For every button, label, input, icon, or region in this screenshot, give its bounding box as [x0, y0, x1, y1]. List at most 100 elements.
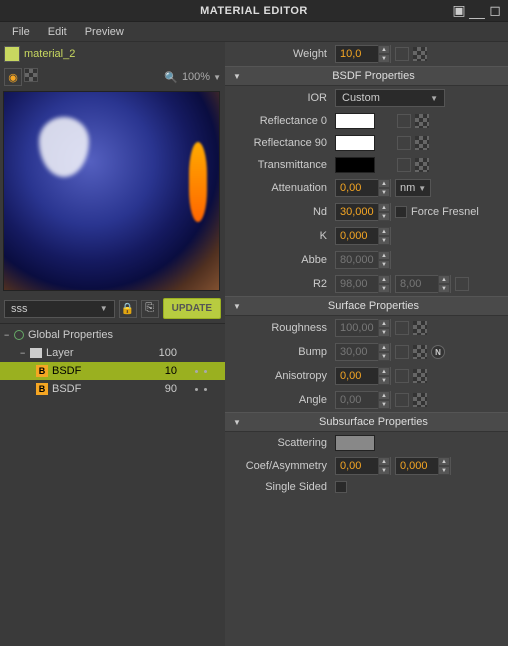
link-icon[interactable] [395, 369, 409, 383]
eye-icon[interactable]: ◉ [4, 68, 22, 86]
window-controls: ▣ __ ◻ [452, 4, 502, 18]
maximize-icon[interactable]: ◻ [488, 4, 502, 18]
link-icon[interactable] [397, 158, 411, 172]
search-icon[interactable]: 🔍 [164, 71, 178, 84]
chevron-down-icon: ▼ [233, 72, 241, 81]
chevron-down-icon: ▼ [100, 304, 108, 313]
scattering-label: Scattering [231, 437, 331, 449]
scattering-swatch[interactable] [335, 435, 375, 451]
minimize-icon[interactable]: __ [470, 4, 484, 18]
normal-icon[interactable]: N [431, 345, 445, 359]
collapse-icon[interactable]: − [4, 330, 14, 340]
tree-bsdf[interactable]: B BSDF 90 [0, 380, 225, 398]
texture-icon[interactable] [413, 47, 427, 61]
coef-spinner-1[interactable]: ▲▼ [335, 457, 391, 475]
link-icon[interactable] [395, 321, 409, 335]
force-fresnel-label: Force Fresnel [411, 206, 479, 218]
nd-label: Nd [231, 206, 331, 218]
texture-icon[interactable] [415, 136, 429, 150]
tree-bsdf-selected[interactable]: B BSDF 10 [0, 362, 225, 380]
chevron-down-icon: ▼ [213, 73, 221, 82]
collapse-icon[interactable]: − [20, 348, 30, 358]
bsdf-badge-icon: B [36, 383, 48, 395]
copy-icon[interactable]: ⎘ [141, 300, 159, 318]
nd-spinner[interactable]: ▲▼ [335, 203, 391, 221]
ior-label: IOR [231, 92, 331, 104]
section-subsurface[interactable]: ▼ Subsurface Properties [225, 412, 508, 432]
k-spinner[interactable]: ▲▼ [335, 227, 391, 245]
material-name[interactable]: material_2 [24, 48, 75, 60]
chevron-down-icon: ▼ [233, 418, 241, 427]
k-label: K [231, 230, 331, 242]
material-preview [3, 91, 220, 291]
menu-edit[interactable]: Edit [40, 24, 75, 40]
angle-label: Angle [231, 394, 331, 406]
layer-tree: − Global Properties − Layer 100 B BSDF 1… [0, 323, 225, 646]
section-bsdf[interactable]: ▼ BSDF Properties [225, 66, 508, 86]
r2-spinner-1: ▲▼ [335, 275, 391, 293]
single-sided-checkbox[interactable] [335, 481, 347, 493]
link-icon[interactable] [455, 277, 469, 291]
globe-icon [14, 330, 24, 340]
dock-icon[interactable]: ▣ [452, 4, 466, 18]
properties-panel: Weight ▲▼ ▼ BSDF Properties IOR Custom ▼… [225, 42, 508, 646]
anisotropy-label: Anisotropy [231, 370, 331, 382]
attenuation-label: Attenuation [231, 182, 331, 194]
r2-spinner-2: ▲▼ [395, 275, 451, 293]
weight-label: Weight [231, 48, 331, 60]
texture-icon[interactable] [413, 393, 427, 407]
link-icon[interactable] [395, 47, 409, 61]
bump-label: Bump [231, 346, 331, 358]
window-title: MATERIAL EDITOR [200, 5, 308, 17]
reflectance90-label: Reflectance 90 [231, 137, 331, 149]
anisotropy-spinner[interactable]: ▲▼ [335, 367, 391, 385]
folder-icon [30, 348, 42, 358]
transmittance-label: Transmittance [231, 159, 331, 171]
texture-icon[interactable] [413, 321, 427, 335]
reflectance0-swatch[interactable] [335, 113, 375, 129]
ior-dropdown[interactable]: Custom ▼ [335, 89, 445, 107]
attenuation-unit-dropdown[interactable]: nm ▼ [395, 179, 431, 197]
weight-spinner[interactable]: ▲▼ [335, 45, 391, 63]
zoom-dropdown[interactable]: 100% ▼ [182, 71, 221, 83]
preset-dropdown[interactable]: sss ▼ [4, 300, 115, 318]
texture-icon[interactable] [415, 114, 429, 128]
reflectance90-swatch[interactable] [335, 135, 375, 151]
texture-icon[interactable] [413, 369, 427, 383]
roughness-spinner: ▲▼ [335, 319, 391, 337]
update-button[interactable]: UPDATE [163, 298, 221, 319]
force-fresnel-checkbox[interactable] [395, 206, 407, 218]
abbe-spinner: ▲▼ [335, 251, 391, 269]
chevron-down-icon: ▼ [233, 302, 241, 311]
coef-label: Coef/Asymmetry [231, 460, 331, 472]
tree-layer[interactable]: − Layer 100 [0, 344, 225, 362]
reflectance0-label: Reflectance 0 [231, 115, 331, 127]
menu-file[interactable]: File [4, 24, 38, 40]
chevron-down-icon: ▼ [418, 184, 426, 193]
texture-icon[interactable] [413, 345, 427, 359]
coef-spinner-2[interactable]: ▲▼ [395, 457, 451, 475]
roughness-label: Roughness [231, 322, 331, 334]
title-bar: MATERIAL EDITOR ▣ __ ◻ [0, 0, 508, 22]
tree-global-properties[interactable]: − Global Properties [0, 326, 225, 344]
link-icon[interactable] [395, 393, 409, 407]
tab-icon[interactable] [4, 46, 20, 62]
single-sided-label: Single Sided [231, 481, 331, 493]
angle-spinner: ▲▼ [335, 391, 391, 409]
lock-icon[interactable]: 🔒 [119, 300, 137, 318]
preview-mode-icon[interactable] [24, 68, 38, 82]
menu-preview[interactable]: Preview [77, 24, 132, 40]
abbe-label: Abbe [231, 254, 331, 266]
link-icon[interactable] [395, 345, 409, 359]
bump-spinner: ▲▼ [335, 343, 391, 361]
r2-label: R2 [231, 278, 331, 290]
link-icon[interactable] [397, 136, 411, 150]
attenuation-spinner[interactable]: ▲▼ [335, 179, 391, 197]
chevron-down-icon: ▼ [430, 94, 438, 103]
menu-bar: File Edit Preview [0, 22, 508, 42]
section-surface[interactable]: ▼ Surface Properties [225, 296, 508, 316]
left-panel: material_2 ◉ 🔍 100% ▼ sss ▼ 🔒 ⎘ UP [0, 42, 225, 646]
texture-icon[interactable] [415, 158, 429, 172]
link-icon[interactable] [397, 114, 411, 128]
transmittance-swatch[interactable] [335, 157, 375, 173]
